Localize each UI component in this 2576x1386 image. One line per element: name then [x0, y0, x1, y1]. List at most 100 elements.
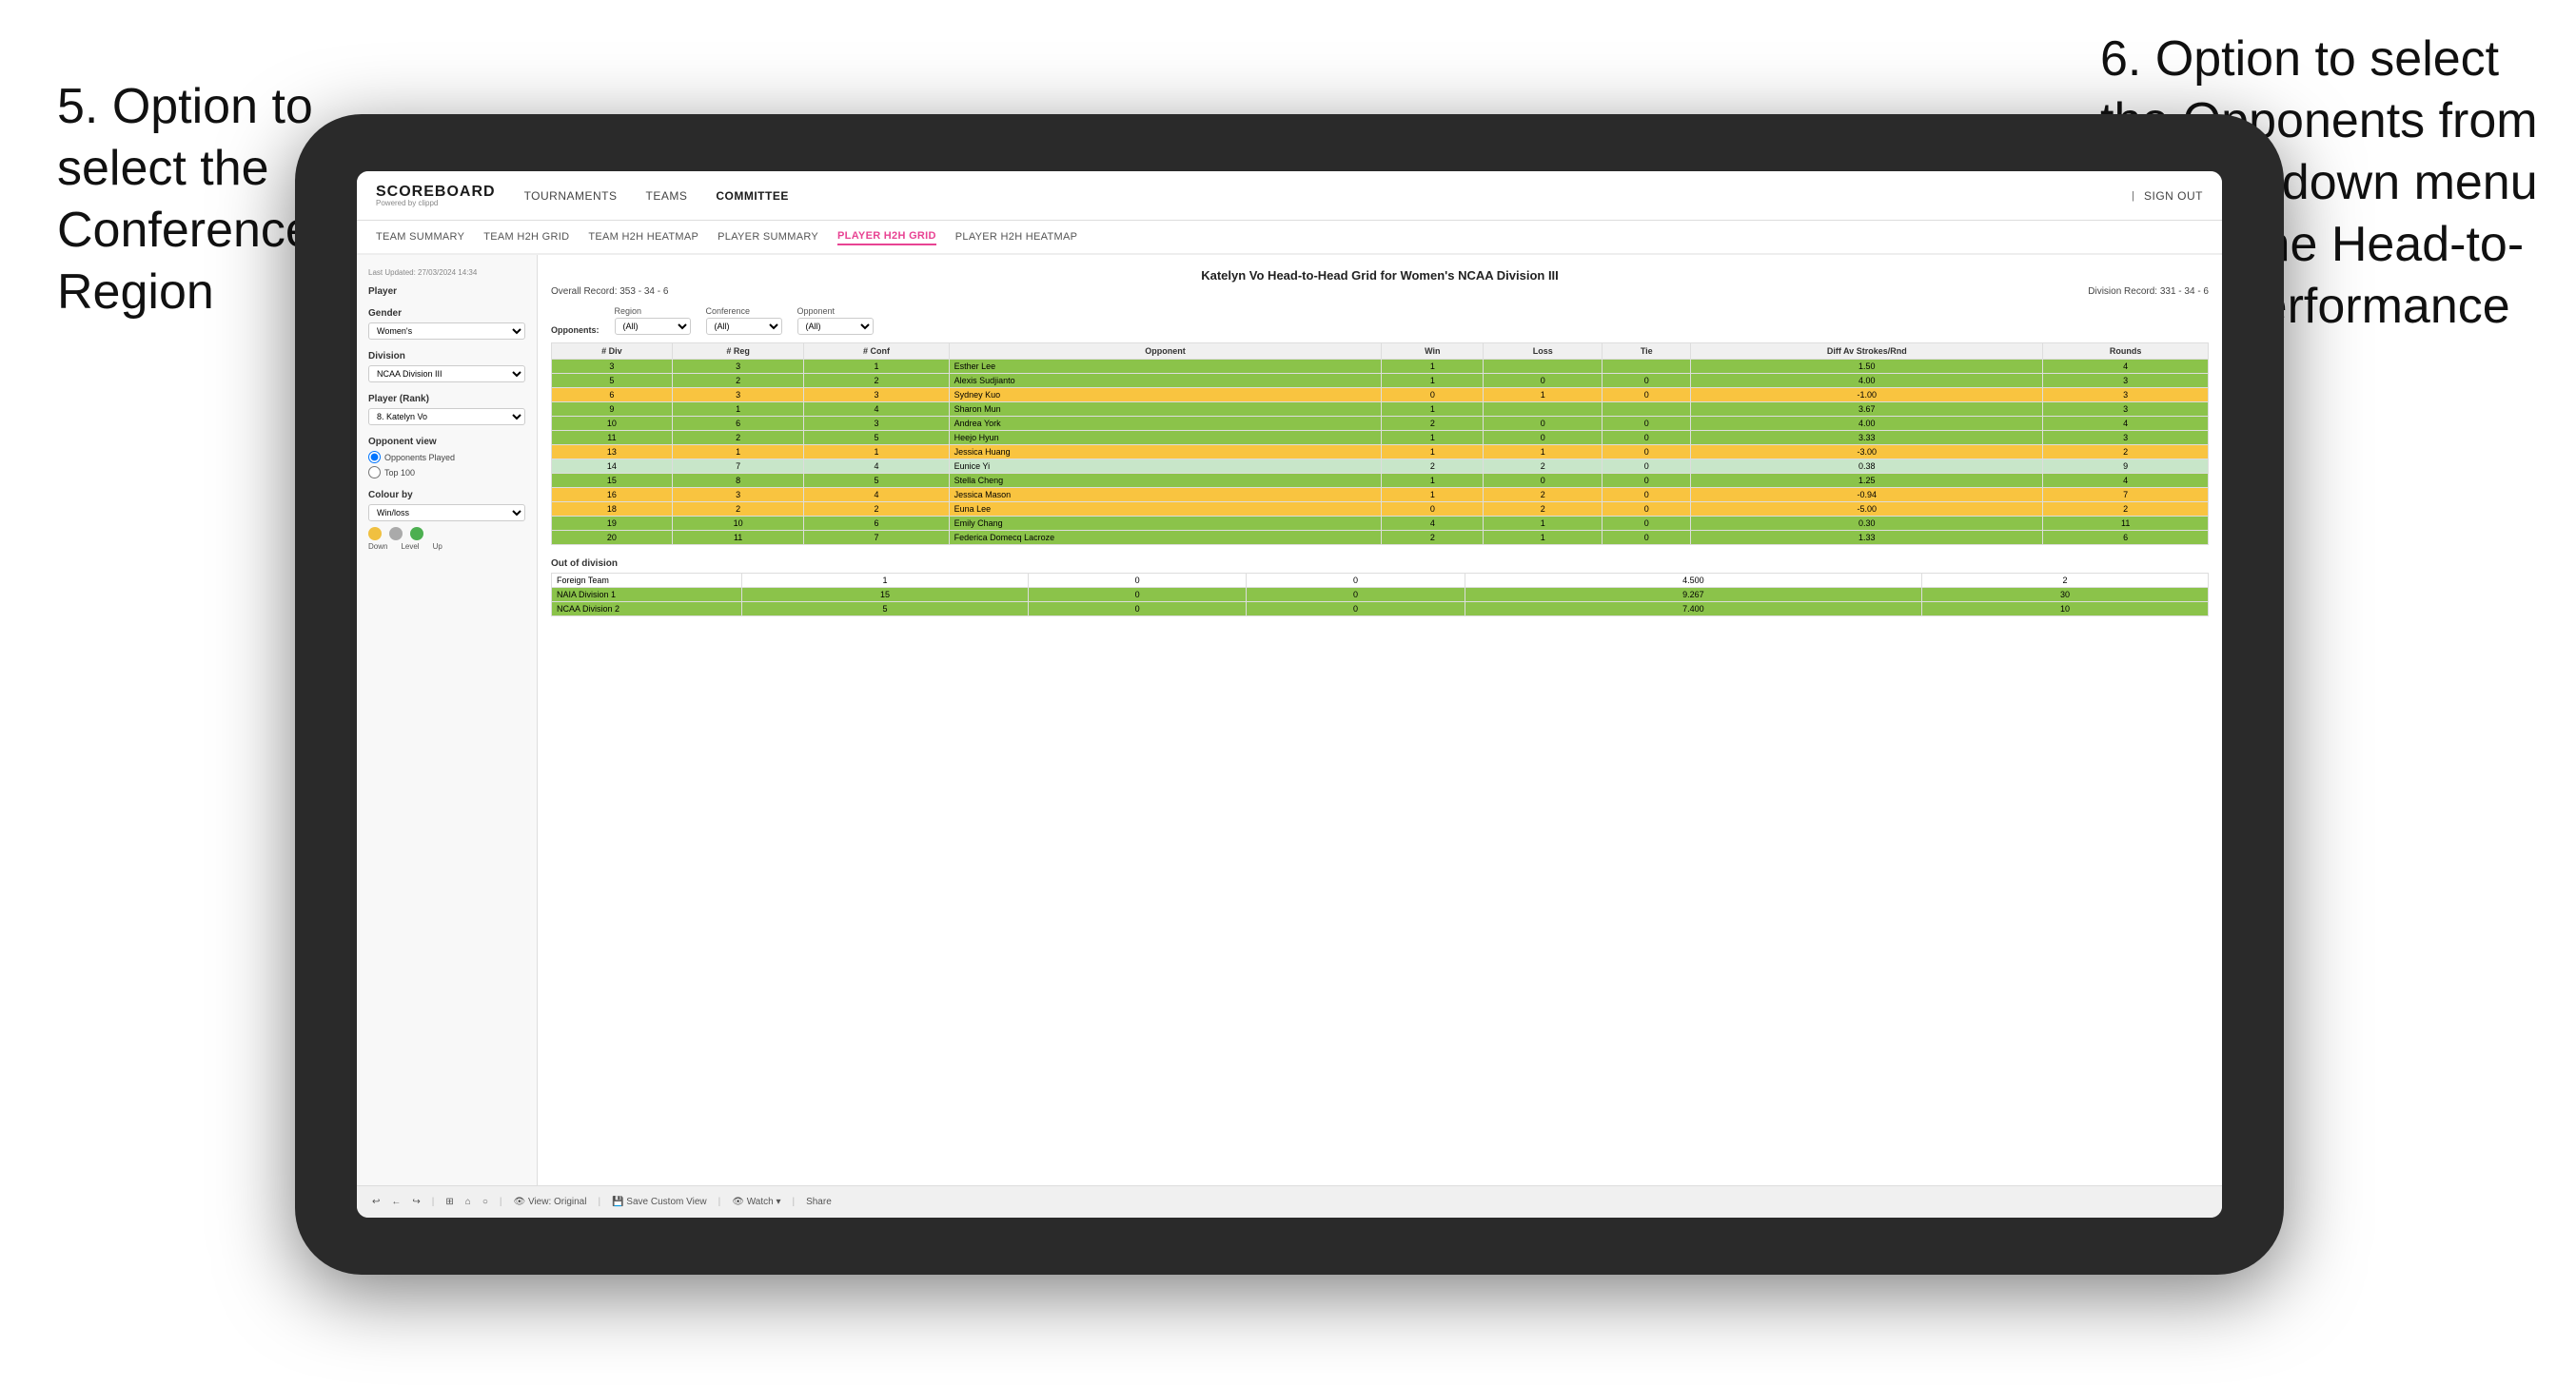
nav-bar: SCOREBOARD Powered by clippd TOURNAMENTS…	[357, 171, 2222, 221]
toolbar-save-custom-view[interactable]: 💾 Save Custom View	[612, 1197, 707, 1207]
td-div: 14	[552, 459, 673, 474]
td-diff: 4.00	[1691, 374, 2043, 388]
toolbar-redo[interactable]: ↪	[412, 1197, 420, 1207]
sidebar-opponent-view-options: Opponents Played Top 100	[368, 451, 525, 478]
sidebar-radio-opponents-played[interactable]: Opponents Played	[368, 451, 525, 463]
td-div: 3	[552, 360, 673, 374]
td-tie	[1603, 360, 1691, 374]
td-diff: 3.67	[1691, 402, 2043, 417]
table-row: 10 6 3 Andrea York 2 0 0 4.00 4	[552, 417, 2209, 431]
region-filter-select[interactable]: (All)	[615, 318, 691, 335]
nav-item-teams[interactable]: TEAMS	[646, 185, 688, 206]
toolbar-sep1: |	[432, 1197, 435, 1207]
opponent-filter-label: Opponent	[797, 306, 874, 316]
toolbar-home[interactable]: ⌂	[465, 1197, 471, 1207]
td-rounds: 11	[2043, 517, 2209, 531]
td-reg: 2	[672, 374, 804, 388]
toolbar-circle[interactable]: ○	[482, 1197, 488, 1207]
td-win: 1	[1382, 488, 1484, 502]
td-conf: 3	[804, 417, 949, 431]
toolbar-watch[interactable]: 👁 Watch ▾	[732, 1197, 780, 1207]
td-opponent: Euna Lee	[949, 502, 1382, 517]
sidebar-radio-top100[interactable]: Top 100	[368, 466, 525, 478]
th-conf: # Conf	[804, 343, 949, 360]
table-row: 6 3 3 Sydney Kuo 0 1 0 -1.00 3	[552, 388, 2209, 402]
sidebar-radio-top100-input[interactable]	[368, 466, 381, 478]
sidebar-radio-opponents-played-input[interactable]	[368, 451, 381, 463]
td-div: 20	[552, 531, 673, 545]
td-rounds: 3	[2043, 374, 2209, 388]
td-win: 1	[1382, 402, 1484, 417]
td-div: 11	[552, 431, 673, 445]
th-loss: Loss	[1484, 343, 1603, 360]
nav-item-tournaments[interactable]: TOURNAMENTS	[524, 185, 618, 206]
td-out-loss: 0	[1028, 602, 1246, 616]
sidebar-player-rank-section: Player (Rank) 8. Katelyn Vo	[368, 394, 525, 425]
sub-nav-player-summary[interactable]: PLAYER SUMMARY	[718, 229, 818, 244]
page-title: Katelyn Vo Head-to-Head Grid for Women's…	[551, 268, 2209, 283]
dot-green	[410, 527, 423, 540]
sidebar-player-rank-select[interactable]: 8. Katelyn Vo	[368, 408, 525, 425]
td-win: 1	[1382, 360, 1484, 374]
toolbar-sep3: |	[598, 1197, 600, 1207]
records-row: Overall Record: 353 - 34 - 6 Division Re…	[551, 286, 2209, 297]
td-opponent: Federica Domecq Lacroze	[949, 531, 1382, 545]
toolbar-undo[interactable]: ↩	[372, 1197, 380, 1207]
td-loss: 0	[1484, 431, 1603, 445]
sidebar-division-select[interactable]: NCAA Division III	[368, 365, 525, 382]
sidebar-colour-select[interactable]: Win/loss	[368, 504, 525, 521]
td-diff: -3.00	[1691, 445, 2043, 459]
table-row: 5 2 2 Alexis Sudjianto 1 0 0 4.00 3	[552, 374, 2209, 388]
sub-nav-team-summary[interactable]: TEAM SUMMARY	[376, 229, 464, 244]
division-record: Division Record: 331 - 34 - 6	[2088, 286, 2209, 297]
toolbar-share[interactable]: Share	[806, 1197, 832, 1207]
opponent-filter-select[interactable]: (All)	[797, 318, 874, 335]
th-div: # Div	[552, 343, 673, 360]
td-win: 0	[1382, 502, 1484, 517]
td-tie: 0	[1603, 531, 1691, 545]
td-reg: 1	[672, 402, 804, 417]
td-diff: 4.00	[1691, 417, 2043, 431]
td-diff: 0.30	[1691, 517, 2043, 531]
td-reg: 10	[672, 517, 804, 531]
sub-nav-player-h2h-grid[interactable]: PLAYER H2H GRID	[837, 228, 936, 245]
sub-nav-team-h2h-grid[interactable]: TEAM H2H GRID	[483, 229, 569, 244]
conference-filter-select[interactable]: (All)	[706, 318, 782, 335]
td-opponent: Andrea York	[949, 417, 1382, 431]
td-reg: 2	[672, 502, 804, 517]
out-division-table: Foreign Team 1 0 0 4.500 2 NAIA Division…	[551, 573, 2209, 616]
td-loss: 1	[1484, 531, 1603, 545]
td-reg: 1	[672, 445, 804, 459]
sub-nav-team-h2h-heatmap[interactable]: TEAM H2H HEATMAP	[588, 229, 698, 244]
logo: SCOREBOARD Powered by clippd	[376, 185, 496, 207]
sign-out-button[interactable]: Sign out	[2144, 185, 2203, 206]
toolbar-view-original[interactable]: 👁 View: Original	[513, 1197, 586, 1207]
td-reg: 3	[672, 388, 804, 402]
nav-item-committee[interactable]: COMMITTEE	[716, 185, 789, 206]
td-loss: 2	[1484, 459, 1603, 474]
td-reg: 8	[672, 474, 804, 488]
conference-filter-label: Conference	[706, 306, 782, 316]
td-loss: 0	[1484, 417, 1603, 431]
th-opponent: Opponent	[949, 343, 1382, 360]
toolbar-back[interactable]: ←	[391, 1197, 401, 1207]
table-row: 20 11 7 Federica Domecq Lacroze 2 1 0 1.…	[552, 531, 2209, 545]
sidebar-gender-select[interactable]: Women's	[368, 322, 525, 340]
td-rounds: 4	[2043, 417, 2209, 431]
table-row: 13 1 1 Jessica Huang 1 1 0 -3.00 2	[552, 445, 2209, 459]
region-filter-label: Region	[615, 306, 691, 316]
td-reg: 2	[672, 431, 804, 445]
table-row: 9 1 4 Sharon Mun 1 3.67 3	[552, 402, 2209, 417]
opponents-label-row: Opponents:	[551, 325, 600, 335]
content-area: Katelyn Vo Head-to-Head Grid for Women's…	[538, 255, 2222, 1185]
td-diff: 0.38	[1691, 459, 2043, 474]
sub-nav-player-h2h-heatmap[interactable]: PLAYER H2H HEATMAP	[955, 229, 1077, 244]
td-win: 2	[1382, 531, 1484, 545]
td-loss: 0	[1484, 474, 1603, 488]
td-out-opponent: NAIA Division 1	[552, 588, 742, 602]
sidebar-division-section: Division NCAA Division III	[368, 351, 525, 382]
table-row: 18 2 2 Euna Lee 0 2 0 -5.00 2	[552, 502, 2209, 517]
td-conf: 6	[804, 517, 949, 531]
toolbar-grid[interactable]: ⊞	[445, 1197, 453, 1207]
colour-label-up: Up	[433, 542, 442, 551]
